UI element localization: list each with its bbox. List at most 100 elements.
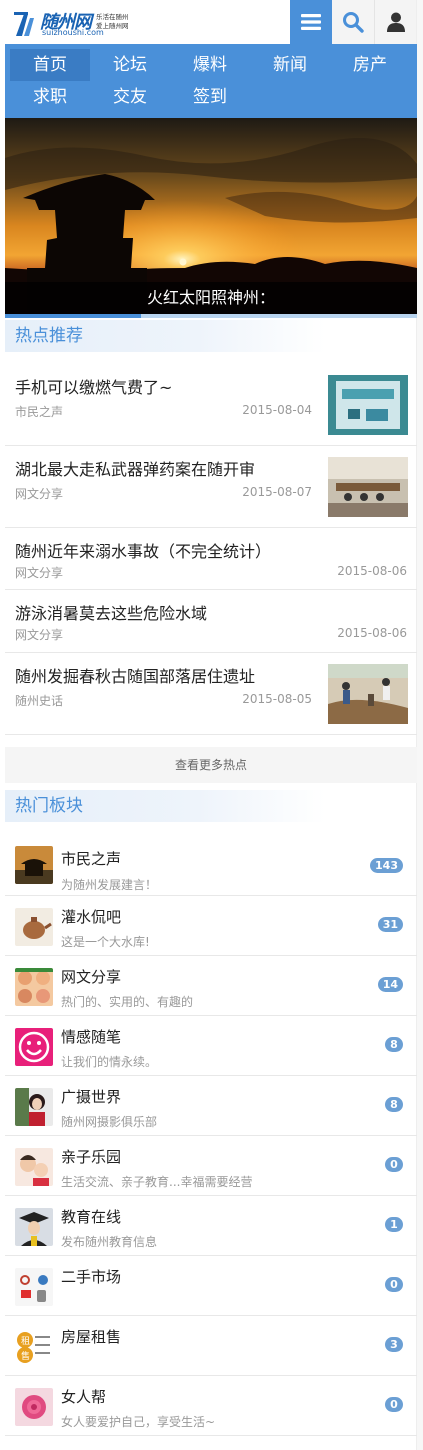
user-button[interactable]: [374, 0, 416, 44]
nav-item[interactable]: 论坛: [90, 49, 170, 81]
forum-name[interactable]: 亲子乐园: [61, 1146, 121, 1167]
family-icon[interactable]: [15, 1148, 53, 1186]
hot-item-category[interactable]: 网文分享: [15, 626, 63, 643]
post-count-badge: 14: [377, 977, 403, 992]
hot-item-category[interactable]: 网文分享: [15, 485, 63, 502]
post-count-badge: 31: [377, 917, 403, 932]
hot-item-title[interactable]: 手机可以缴燃气费了~: [15, 374, 172, 398]
forum-name[interactable]: 广摄世界: [61, 1086, 121, 1107]
rose-icon[interactable]: [15, 1388, 53, 1426]
logo-slogan: 乐活在随州 爱上随州网: [96, 13, 129, 30]
forum-name[interactable]: 市民之声: [61, 848, 121, 869]
user-icon: [386, 12, 405, 32]
nav-item[interactable]: 签到: [170, 81, 250, 113]
forum-list-item[interactable]: 二手市场 0: [5, 1256, 417, 1316]
menu-button[interactable]: [290, 0, 332, 44]
forum-name[interactable]: 二手市场: [61, 1266, 121, 1287]
forum-name[interactable]: 网文分享: [61, 966, 121, 987]
hot-item-date: 2015-08-06: [337, 626, 407, 640]
rent-icon[interactable]: 租售: [15, 1328, 53, 1366]
nav-item[interactable]: 交友: [90, 81, 170, 113]
forum-description: 热门的、实用的、有趣的: [61, 995, 194, 1009]
section-title-hot: 热点推荐: [5, 320, 325, 352]
section-title-forums: 热门板块: [5, 790, 325, 822]
forum-description: 让我们的情永续。: [61, 1055, 158, 1069]
nav-item[interactable]: 求职: [10, 81, 90, 113]
logo-domain: suizhoushi.com: [42, 28, 104, 37]
forum-name[interactable]: 情感随笔: [61, 1026, 121, 1047]
hot-item-category[interactable]: 随州史话: [15, 692, 63, 709]
banner-slide[interactable]: 火红太阳照神州：: [5, 118, 417, 314]
forum-list-item[interactable]: 女人帮女人要爱护自己，享受生活~ 0: [5, 1376, 417, 1436]
hot-list-item[interactable]: 随州发掘春秋古随国部落居住遗址随州史话 2015-08-05: [5, 653, 417, 735]
forum-list-item[interactable]: 教育在线发布随州教育信息 1: [5, 1196, 417, 1256]
page-right-edge: [416, 0, 423, 1450]
hot-item-date: 2015-08-06: [337, 564, 407, 578]
forum-name[interactable]: 教育在线: [61, 1206, 121, 1227]
hot-item-title[interactable]: 湖北最大走私武器弹药案在随开审: [15, 456, 255, 480]
hot-item-thumbnail[interactable]: [328, 457, 408, 517]
more-hot-button[interactable]: 查看更多热点: [5, 747, 417, 783]
post-count-badge: 8: [385, 1097, 403, 1112]
graduate-icon[interactable]: [15, 1208, 53, 1246]
forum-list-item[interactable]: 灌水侃吧 这是一个大水库! 31: [5, 896, 417, 956]
site-logo[interactable]: 随州网 suizhoushi.com 乐活在随州 爱上随州网: [14, 8, 139, 38]
forum-name[interactable]: 灌水侃吧: [61, 906, 121, 927]
hot-item-date: 2015-08-07: [242, 485, 312, 499]
post-count-badge: 1: [385, 1217, 403, 1232]
hot-item-title[interactable]: 游泳消暑莫去这些危险水域: [15, 600, 207, 624]
post-count-badge: 0: [385, 1157, 403, 1172]
nav-item[interactable]: 爆料: [170, 49, 250, 81]
nav-item[interactable]: 房产: [330, 49, 410, 81]
menu-icon: [301, 14, 321, 30]
hot-list-item[interactable]: 手机可以缴燃气费了~ 市民之声 2015-08-04: [5, 364, 417, 446]
post-count-badge: 143: [370, 858, 403, 873]
smiley-icon[interactable]: [15, 1028, 53, 1066]
forum-list-item[interactable]: 广摄世界随州网摄影俱乐部 8: [5, 1076, 417, 1136]
hot-item-thumbnail[interactable]: [328, 664, 408, 724]
hot-item-category[interactable]: 网文分享: [15, 564, 63, 581]
teapot-icon[interactable]: [15, 908, 53, 946]
svg-text:租: 租: [21, 1336, 30, 1347]
search-button[interactable]: [332, 0, 374, 44]
pavilion-icon[interactable]: [15, 846, 53, 884]
forum-description: 为随州发展建言！: [61, 878, 158, 892]
forum-description: 发布随州教育信息: [61, 1235, 158, 1249]
forum-list-item[interactable]: 网文分享热门的、实用的、有趣的 14: [5, 956, 417, 1016]
post-count-badge: 3: [385, 1337, 403, 1352]
forum-name[interactable]: 女人帮: [61, 1386, 106, 1407]
banner-progress-fill: [5, 314, 141, 318]
banner-progress: [5, 314, 417, 318]
hot-item-date: 2015-08-05: [242, 692, 312, 706]
search-icon: [343, 12, 364, 33]
main-nav: 首页 论坛 爆料 新闻 房产求职 交友 签到: [5, 44, 417, 118]
hot-list-item[interactable]: 湖北最大走私武器弹药案在随开审网文分享 2015-08-07: [5, 446, 417, 528]
post-count-badge: 0: [385, 1277, 403, 1292]
nav-item[interactable]: 首页: [10, 49, 90, 81]
hot-item-date: 2015-08-04: [242, 403, 312, 417]
forum-description: 生活交流、亲子教育...幸福需要经营: [61, 1175, 253, 1189]
svg-text:售: 售: [21, 1350, 30, 1362]
goods-icon[interactable]: [15, 1268, 53, 1306]
hot-list-item[interactable]: 游泳消暑莫去这些危险水域网文分享 2015-08-06: [5, 590, 417, 653]
forum-name[interactable]: 房屋租售: [61, 1326, 121, 1347]
forum-list-item[interactable]: 情感随笔让我们的情永续。 8: [5, 1016, 417, 1076]
hot-item-category[interactable]: 市民之声: [15, 403, 63, 420]
forum-list-item[interactable]: 租售房屋租售 3: [5, 1316, 417, 1376]
logo-mark-icon: [14, 12, 34, 36]
hot-item-title[interactable]: 随州发掘春秋古随国部落居住遗址: [15, 663, 255, 687]
post-count-badge: 0: [385, 1397, 403, 1412]
nav-item[interactable]: 新闻: [250, 49, 330, 81]
forum-description: 随州网摄影俱乐部: [61, 1115, 158, 1129]
faces-icon[interactable]: [15, 968, 53, 1006]
forum-list-item[interactable]: 亲子乐园生活交流、亲子教育...幸福需要经营 0: [5, 1136, 417, 1196]
hot-item-title[interactable]: 随州近年来溺水事故（不完全统计）: [15, 538, 271, 562]
forum-list-item[interactable]: 市民之声为随州发展建言！ 143: [5, 834, 417, 896]
hot-list-item[interactable]: 随州近年来溺水事故（不完全统计） 网文分享 2015-08-06: [5, 528, 417, 590]
top-header: 随州网 suizhoushi.com 乐活在随州 爱上随州网: [0, 0, 423, 44]
hot-item-thumbnail[interactable]: [328, 375, 408, 435]
forum-description: 女人要爱护自己，享受生活~: [61, 1415, 216, 1429]
portrait-icon[interactable]: [15, 1088, 53, 1126]
post-count-badge: 8: [385, 1037, 403, 1052]
banner-caption: 火红太阳照神州：: [5, 282, 417, 314]
